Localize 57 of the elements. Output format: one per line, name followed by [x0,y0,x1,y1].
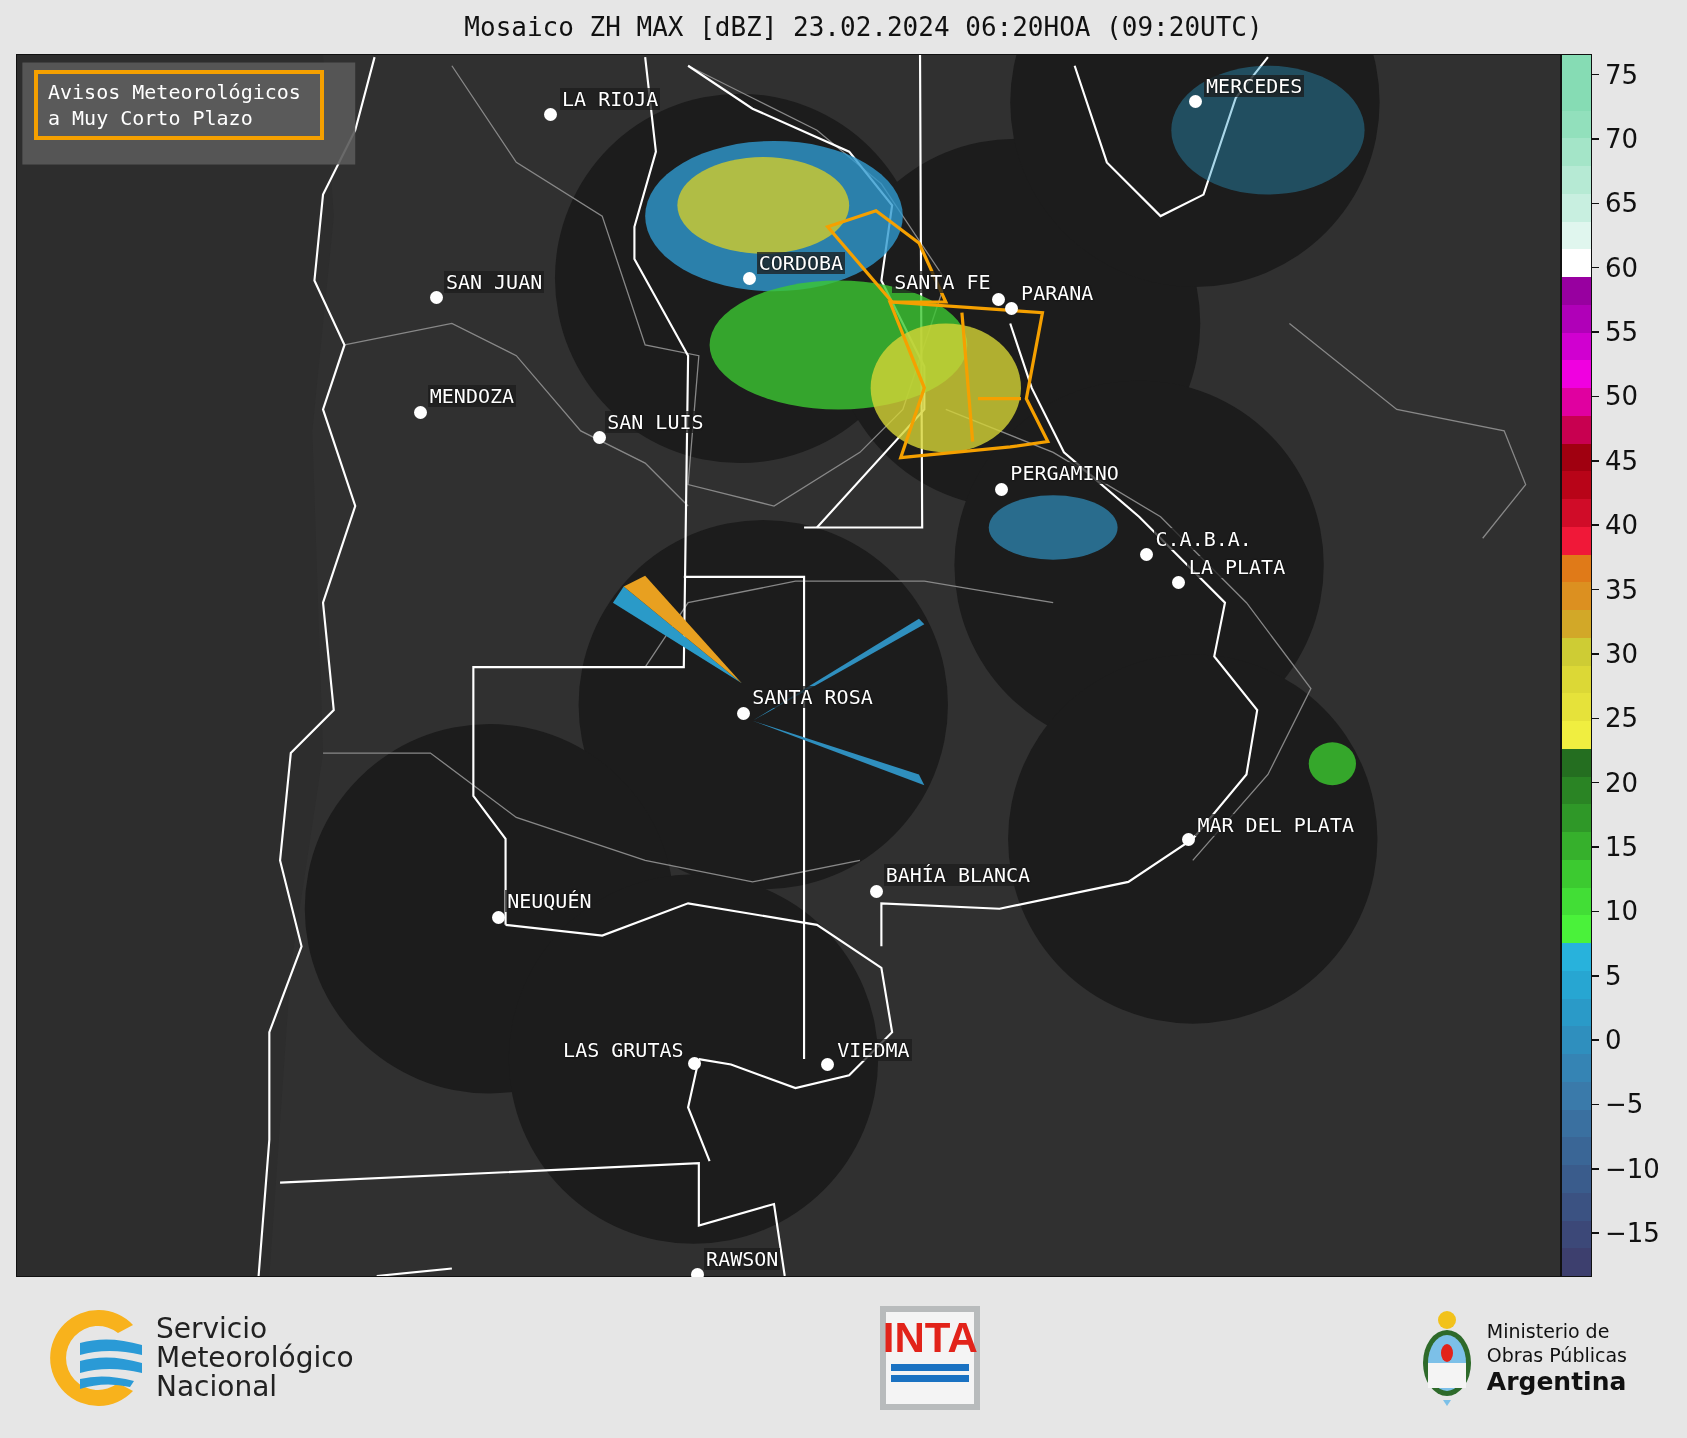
scale-label: 45 [1605,445,1639,476]
scale-label: 65 [1605,188,1639,219]
city-label: BAHÍA BLANCA [883,863,1033,886]
scale-label: 20 [1605,767,1639,798]
legend-text: Avisos Meteorológicos a Muy Corto Plazo [48,79,301,131]
tick-mark [1592,1232,1599,1234]
scale-label: 35 [1605,574,1639,605]
tick-mark [1592,588,1599,591]
ministry-name: Ministerio de Obras Públicas Argentina [1486,1318,1627,1397]
tick-mark [1592,910,1599,913]
tick-mark [1592,138,1599,140]
scale-label: −15 [1605,1218,1660,1249]
scale-label: 15 [1605,832,1639,862]
tick-mark [1592,73,1599,76]
tick-mark [1592,331,1599,333]
scale-label: 0 [1605,1025,1622,1056]
scale-label: 50 [1605,381,1639,412]
scale-label: 30 [1605,638,1639,669]
scale-label: 10 [1605,896,1639,927]
scale-label: 25 [1605,703,1639,734]
city-label: SAN JUAN [443,271,545,294]
organization-name: Servicio Meteorológico Nacional [156,1314,354,1401]
city-label: RAWSON [704,1247,781,1270]
city-label: NEUQUÉN [505,889,594,912]
tick-mark [1592,846,1599,848]
scale-label: −5 [1605,1089,1644,1120]
city-label: LA RIOJA [560,88,661,111]
city-label: SAN LUIS [605,410,706,433]
tick-mark [1592,524,1599,526]
city-label: SANTA ROSA [750,686,875,709]
chart-title: Mosaico ZH MAX [dBZ] 23.02.2024 06:20HOA (09:20UTC) [463,11,1264,44]
scale-label: 5 [1605,960,1622,991]
scale-label: 70 [1605,123,1639,154]
tick-mark [1592,460,1599,462]
tick-mark [1592,1103,1599,1106]
tick-mark [1592,1168,1599,1170]
tick-mark [1592,1039,1599,1041]
tick-mark [1592,717,1599,720]
city-label: VIEDMA [835,1039,912,1062]
scale-label: 40 [1605,510,1639,541]
tick-mark [1592,653,1599,655]
tick-mark [1592,395,1599,398]
city-label: LA PLATA [1186,556,1288,579]
tick-mark [1592,975,1599,977]
scale-label: 75 [1605,59,1639,90]
city-label: MERCEDES [1204,75,1305,98]
city-label: MAR DEL PLATA [1195,814,1356,837]
city-marker [690,1267,704,1277]
scale-label: 60 [1605,252,1639,283]
city-label: SANTA FE [892,271,993,294]
scale-label: −10 [1605,1153,1660,1184]
logo-text: INTA [882,1315,978,1360]
tick-mark [1592,781,1599,784]
tick-mark [1592,202,1599,205]
scale-label: 55 [1605,317,1639,348]
city-label: MENDOZA [427,385,517,408]
tick-mark [1592,266,1599,269]
